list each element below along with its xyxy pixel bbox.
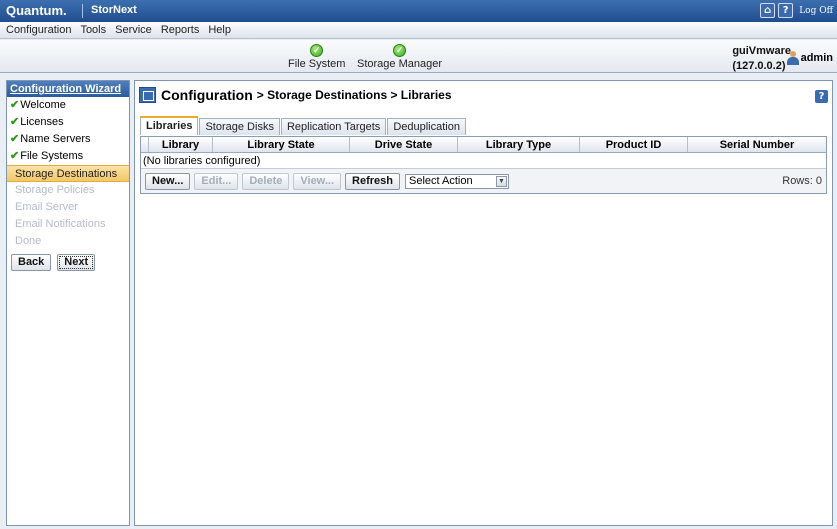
- rows-count: Rows: 0: [782, 175, 822, 187]
- column-drive-state[interactable]: Drive State: [350, 137, 458, 152]
- server-name: guiVmware: [732, 45, 791, 57]
- edit-button: Edit...: [194, 172, 239, 190]
- breadcrumb: > Storage Destinations > Libraries: [256, 88, 452, 102]
- check-icon: ✔: [10, 99, 20, 111]
- ok-check-icon: ✓: [393, 44, 406, 57]
- main-panel: Configuration > Storage Destinations > L…: [134, 80, 833, 526]
- user-box[interactable]: admin: [786, 51, 833, 65]
- select-action-dropdown[interactable]: Select Action ▼: [404, 173, 509, 189]
- check-icon: ✔: [10, 150, 20, 162]
- server-info: guiVmware (127.0.0.2): [732, 44, 791, 74]
- page-header: Configuration > Storage Destinations > L…: [139, 87, 452, 103]
- column-library-state[interactable]: Library State: [213, 137, 350, 152]
- wizard-step-done: Done: [15, 235, 42, 247]
- new-button[interactable]: New...: [145, 172, 191, 190]
- column-product-id[interactable]: Product ID: [580, 137, 688, 152]
- wizard-step-email-server: Email Server: [15, 201, 78, 213]
- tab-bar: Libraries Storage Disks Replication Targ…: [140, 116, 467, 135]
- status-label: Storage Manager: [357, 58, 442, 70]
- check-icon: ✔: [10, 116, 20, 128]
- menu-service[interactable]: Service: [115, 24, 152, 36]
- chevron-down-icon[interactable]: ▼: [495, 175, 507, 187]
- column-library-type[interactable]: Library Type: [458, 137, 580, 152]
- column-serial-number[interactable]: Serial Number: [688, 137, 826, 152]
- top-icons: ⌂ ? Log Off: [760, 3, 833, 18]
- status-storage-manager[interactable]: ✓ Storage Manager: [357, 44, 442, 70]
- menu-tools[interactable]: Tools: [80, 24, 106, 36]
- next-button[interactable]: Next: [57, 254, 96, 271]
- user-icon: [786, 51, 799, 65]
- delete-button: Delete: [242, 172, 290, 190]
- select-action-value: Select Action: [408, 174, 473, 187]
- wizard-step-storage-policies: Storage Policies: [15, 184, 95, 196]
- wizard-step-licenses[interactable]: ✔Licenses: [7, 114, 129, 131]
- wizard-step-email-notifications: Email Notifications: [15, 218, 106, 230]
- quantum-logo: Quantum.: [6, 3, 67, 18]
- back-button[interactable]: Back: [11, 254, 52, 271]
- brand-bar: Quantum. StorNext ⌂ ? Log Off: [0, 0, 837, 22]
- check-icon: ✔: [10, 133, 20, 145]
- product-name: StorNext: [91, 4, 137, 16]
- configuration-icon: [139, 87, 156, 103]
- view-button: View...: [293, 172, 342, 190]
- help-icon[interactable]: ?: [778, 3, 794, 18]
- user-name: admin: [800, 52, 833, 64]
- menu-reports[interactable]: Reports: [161, 24, 200, 36]
- table-toolbar: New... Edit... Delete View... Refresh Se…: [141, 169, 826, 193]
- ok-check-icon: ✓: [310, 44, 324, 57]
- brand-divider: [82, 4, 83, 18]
- page-help-icon[interactable]: ?: [815, 90, 828, 103]
- empty-table-message: (No libraries configured): [141, 153, 826, 169]
- status-bar: ✓ File System ✓ Storage Manager guiVmwar…: [0, 40, 837, 73]
- home-icon[interactable]: ⌂: [760, 3, 776, 18]
- tab-replication-targets[interactable]: Replication Targets: [280, 118, 387, 135]
- column-library[interactable]: Library: [149, 137, 213, 152]
- wizard-step-welcome[interactable]: ✔Welcome: [7, 97, 129, 114]
- status-file-system[interactable]: ✓ File System: [288, 44, 345, 70]
- table-header: Library Library State Drive State Librar…: [141, 137, 826, 153]
- wizard-step-name-servers[interactable]: ✔Name Servers: [7, 131, 129, 148]
- server-address: (127.0.0.2): [732, 60, 786, 72]
- logoff-link[interactable]: Log Off: [799, 6, 833, 16]
- wizard-title[interactable]: Configuration Wizard: [7, 81, 129, 97]
- page-title: Configuration: [161, 87, 253, 103]
- menu-bar: Configuration Tools Service Reports Help: [0, 22, 837, 39]
- wizard-step-storage-destinations[interactable]: Storage Destinations: [7, 165, 129, 182]
- tab-libraries[interactable]: Libraries: [140, 116, 199, 135]
- status-label: File System: [288, 58, 346, 70]
- wizard-buttons: Back Next: [7, 250, 129, 275]
- configuration-wizard: Configuration Wizard ✔Welcome ✔Licenses …: [6, 80, 130, 526]
- wizard-step-file-systems[interactable]: ✔File Systems: [7, 148, 129, 165]
- libraries-table: Library Library State Drive State Librar…: [140, 136, 827, 194]
- refresh-button[interactable]: Refresh: [345, 172, 400, 190]
- tab-deduplication[interactable]: Deduplication: [387, 118, 466, 135]
- tab-storage-disks[interactable]: Storage Disks: [199, 118, 280, 135]
- menu-help[interactable]: Help: [208, 24, 231, 36]
- menu-configuration[interactable]: Configuration: [6, 24, 71, 36]
